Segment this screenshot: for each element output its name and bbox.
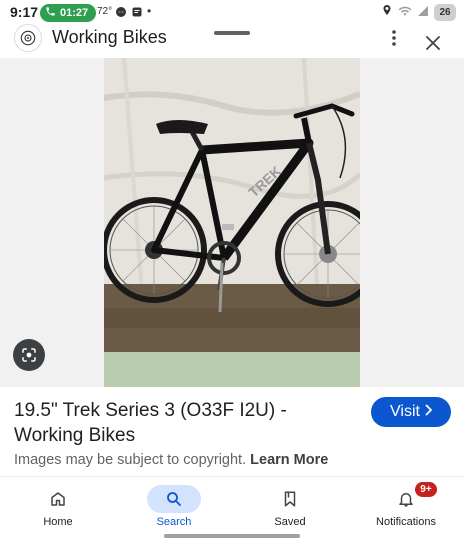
result-title[interactable]: 19.5" Trek Series 3 (O33F I2U) - Working… (14, 398, 354, 448)
chevron-right-icon (424, 403, 433, 421)
bottom-navigation: Home Search Saved 9+ Notifications (0, 476, 464, 540)
drag-handle[interactable] (214, 31, 250, 35)
call-timer: 01:27 (60, 7, 89, 19)
status-bar: 9:17 01:27 72° • 26 (0, 0, 464, 26)
nav-search[interactable]: Search (124, 483, 224, 531)
battery-indicator: 26 (434, 4, 456, 21)
nav-notifications[interactable]: 9+ Notifications (356, 482, 456, 531)
more-options-button[interactable] (382, 26, 406, 50)
ongoing-call-pill[interactable]: 01:27 (40, 4, 97, 22)
status-right-icons: 26 (381, 3, 456, 22)
close-icon (426, 36, 440, 50)
search-icon (167, 492, 181, 506)
more-vert-icon (392, 30, 396, 46)
location-icon (381, 3, 393, 22)
messenger-icon (115, 5, 127, 23)
nav-saved-label: Saved (274, 516, 306, 528)
gesture-home-indicator[interactable] (164, 534, 300, 538)
site-name[interactable]: Working Bikes (52, 27, 167, 48)
copyright-text: Images may be subject to copyright. (14, 452, 247, 468)
bookmark-icon (284, 491, 296, 507)
temperature: 72° (97, 6, 113, 17)
learn-more-link[interactable]: Learn More (250, 452, 328, 468)
nav-home-label: Home (43, 516, 73, 528)
notification-badge: 9+ (415, 482, 437, 497)
nav-notifications-label: Notifications (376, 516, 436, 528)
wifi-icon (398, 4, 412, 22)
bell-icon (399, 493, 413, 507)
signal-icon (417, 4, 429, 22)
status-time: 9:17 (10, 4, 39, 20)
image-viewer: TREK (0, 58, 464, 387)
nav-home[interactable]: Home (8, 483, 108, 531)
nav-saved[interactable]: Saved (240, 483, 340, 531)
result-header: Working Bikes (0, 24, 464, 60)
close-button[interactable] (421, 31, 445, 55)
site-favicon-icon (14, 24, 42, 52)
visit-button[interactable]: Visit (371, 397, 451, 427)
visit-label: Visit (390, 403, 420, 420)
notification-app-icon (131, 5, 143, 23)
lens-search-button[interactable] (13, 339, 45, 371)
phone-icon (45, 6, 56, 20)
lens-icon (22, 348, 36, 362)
bike-photo[interactable]: TREK (104, 58, 360, 387)
copyright-notice: Images may be subject to copyright. Lear… (14, 452, 328, 468)
home-icon (51, 492, 65, 506)
more-notifications-dot-icon: • (147, 4, 152, 18)
nav-search-label: Search (156, 516, 192, 528)
